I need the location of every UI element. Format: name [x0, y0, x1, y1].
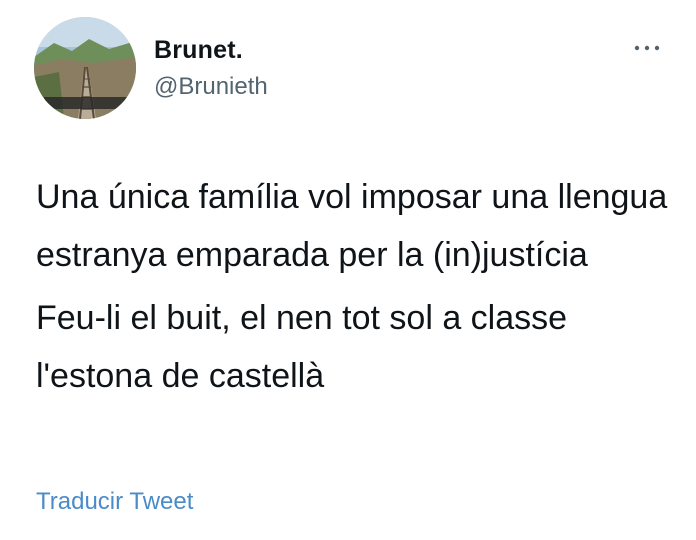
tweet-text: Una única família vol imposar una llengu… [36, 168, 676, 405]
more-horizontal-icon [634, 45, 660, 51]
more-options-button[interactable] [630, 38, 664, 58]
author-handle[interactable]: @Brunieth [154, 73, 268, 101]
avatar-image [34, 17, 136, 119]
tweet-paragraph: Una única família vol imposar una llengu… [36, 178, 668, 274]
tweet-paragraph: Feu-li el buit, el nen tot sol a classe … [36, 299, 568, 395]
author-display-name[interactable]: Brunet. [154, 36, 243, 65]
translate-tweet-link[interactable]: Traducir Tweet [36, 488, 193, 516]
avatar[interactable] [34, 17, 136, 119]
